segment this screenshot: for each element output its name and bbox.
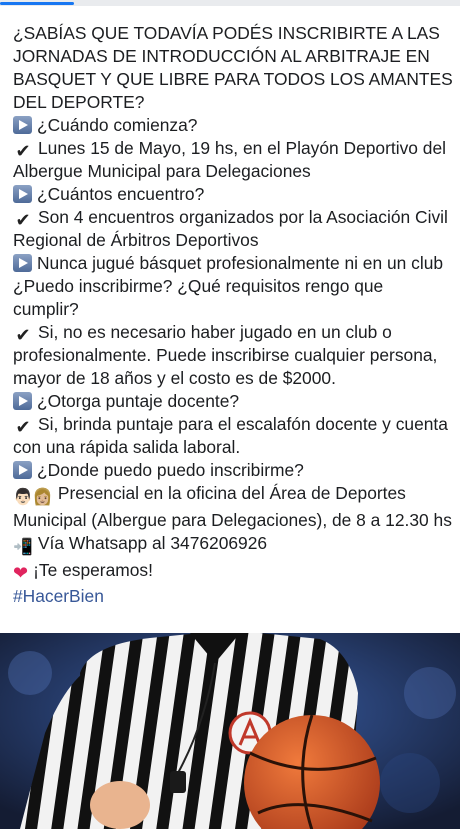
- question-3: Nunca jugué básquet profesionalmente ni …: [13, 253, 444, 319]
- question-2: ¿Cuántos encuentro?: [13, 183, 453, 206]
- answer-3: ✔ Si, no es necesario haber jugado en un …: [13, 322, 438, 388]
- progress-bar: [0, 0, 460, 6]
- play-button-icon: [13, 461, 32, 479]
- post-photo-referee-basketball[interactable]: [0, 633, 460, 829]
- play-button-icon: [13, 185, 32, 203]
- mobile-phone-icon: 📲: [13, 539, 33, 556]
- post-intro: ¿SABÍAS QUE TODAVÍA PODÉS INSCRIBIRTE A …: [13, 23, 453, 112]
- play-button-icon: [13, 116, 32, 134]
- people-icon: 👨🏻👩🏼: [13, 489, 53, 506]
- closing-line: ❤ ¡Te esperamos!: [13, 560, 153, 583]
- check-mark-icon: ✔: [15, 210, 31, 230]
- answer-5: 👨🏻👩🏼 Presencial en la oficina del Área de…: [13, 483, 452, 530]
- play-button-icon: [13, 392, 32, 410]
- question-5: ¿Donde puedo puedo inscribirme?: [13, 459, 453, 482]
- post-text: ¿SABÍAS QUE TODAVÍA PODÉS INSCRIBIRTE A …: [13, 22, 453, 608]
- answer-4: ✔ Si, brinda puntaje para el escalafón do…: [13, 414, 448, 457]
- check-mark-icon: ✔: [15, 325, 31, 345]
- answer-1: ✔ Lunes 15 de Mayo, 19 hs, en el Playón D…: [13, 138, 446, 181]
- check-mark-icon: ✔: [15, 141, 31, 161]
- play-button-icon: [13, 254, 32, 272]
- hashtag-link[interactable]: #HacerBien: [13, 586, 104, 606]
- check-mark-icon: ✔: [15, 417, 31, 437]
- whatsapp-line: 📲 Vía Whatsapp al 3476206926: [13, 532, 453, 559]
- answer-2: ✔ Son 4 encuentros organizados por la Aso…: [13, 207, 448, 250]
- question-4: ¿Otorga puntaje docente?: [13, 390, 453, 413]
- progress-fill: [0, 2, 74, 5]
- question-1: ¿Cuándo comienza?: [13, 114, 453, 137]
- heart-icon: ❤: [13, 563, 29, 583]
